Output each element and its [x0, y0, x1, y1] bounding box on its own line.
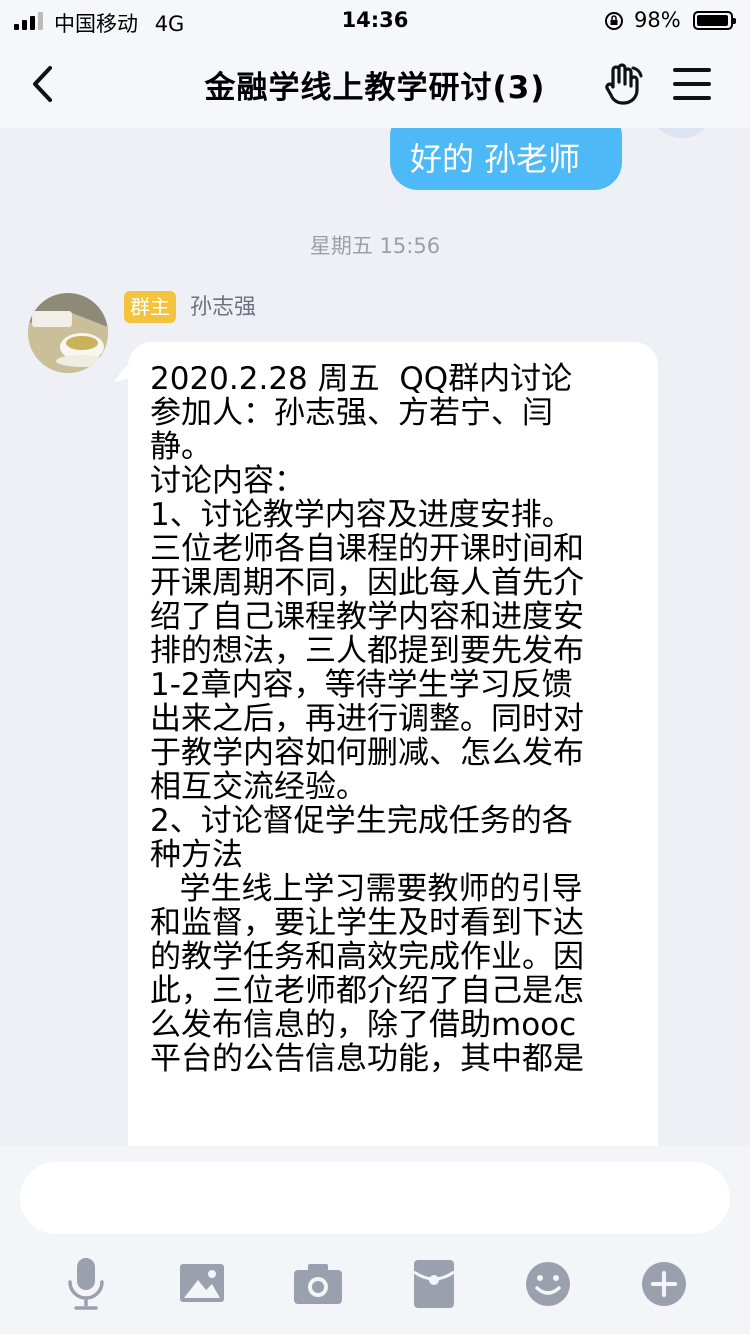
- message-bubble[interactable]: 2020.2.28 周五 QQ群内讨论 参加人：孙志强、方若宁、闫 静。 讨论内容： 1…: [128, 342, 658, 1146]
- camera-icon[interactable]: [288, 1256, 348, 1312]
- my-message-text: 好的 孙老师: [410, 140, 581, 178]
- microphone-icon[interactable]: [56, 1256, 116, 1312]
- message-line: 参加人：孙志强、方若宁、闫: [150, 395, 553, 431]
- message-line: 学生线上学习需要教师的引导: [150, 871, 583, 907]
- message-line: 排的想法，三人都提到要先发布: [150, 633, 584, 669]
- owner-badge: 群主: [124, 291, 176, 323]
- input-bar: [0, 1146, 750, 1334]
- hand-icon[interactable]: [603, 62, 645, 106]
- message-line: 么发布信息的，除了借助mooc: [150, 1007, 577, 1043]
- red-packet-icon[interactable]: [404, 1256, 464, 1312]
- image-icon[interactable]: [172, 1256, 232, 1312]
- nav-bar: 金融学线上教学研讨(3): [0, 42, 750, 128]
- message-line: 1-2章内容，等待学生学习反馈: [150, 667, 573, 703]
- battery-icon: [693, 11, 736, 30]
- message-line: 平台的公告信息功能，其中都是: [150, 1041, 584, 1077]
- emoji-icon[interactable]: [518, 1256, 578, 1312]
- menu-icon[interactable]: [673, 68, 711, 100]
- message-input[interactable]: [20, 1162, 730, 1234]
- message-line: 的教学任务和高效完成作业。因: [150, 939, 584, 975]
- message-timestamp: 星期五 15:56: [309, 234, 441, 258]
- message-line: 出来之后，再进行调整。同时对: [150, 701, 584, 737]
- chat-area[interactable]: 好的 孙老师 星期五 15:56 群主 孙志强 2020.2.28 周五 QQ群…: [0, 128, 750, 1146]
- message-line: 1、讨论教学内容及进度安排。: [150, 497, 573, 533]
- my-message-bubble[interactable]: 好的 孙老师: [390, 128, 622, 190]
- battery-percent: 98%: [634, 8, 681, 32]
- status-bar: 中国移动 4G 14:36 98%: [0, 0, 750, 42]
- message-line: 于教学内容如何删减、怎么发布: [150, 735, 584, 771]
- teacup-avatar-image: [28, 293, 108, 373]
- sender-avatar[interactable]: [28, 293, 108, 373]
- sender-name[interactable]: 孙志强: [190, 293, 256, 323]
- message-line: 开课周期不同，因此每人首先介: [150, 565, 584, 601]
- message-line: 和监督，要让学生及时看到下达: [150, 905, 584, 941]
- message-line: 2020.2.28 周五 QQ群内讨论: [150, 361, 573, 397]
- message-line: 绍了自己课程教学内容和进度安: [150, 599, 584, 635]
- message-line: 静。: [150, 429, 212, 465]
- message-line: 三位老师各自课程的开课时间和: [150, 531, 584, 567]
- message-line: 此，三位老师都介绍了自己是怎: [150, 973, 584, 1009]
- message-line: 相互交流经验。: [150, 769, 367, 805]
- plus-icon[interactable]: [634, 1256, 694, 1312]
- message-line: 2、讨论督促学生完成任务的各: [150, 803, 573, 839]
- my-avatar[interactable]: [648, 128, 716, 138]
- orientation-lock-icon: [605, 12, 623, 30]
- message-text: 2020.2.28 周五 QQ群内讨论 参加人：孙志强、方若宁、闫 静。 讨论内容： 1…: [150, 362, 640, 1076]
- message-line: 讨论内容：: [150, 463, 305, 499]
- message-line: 种方法: [150, 837, 243, 873]
